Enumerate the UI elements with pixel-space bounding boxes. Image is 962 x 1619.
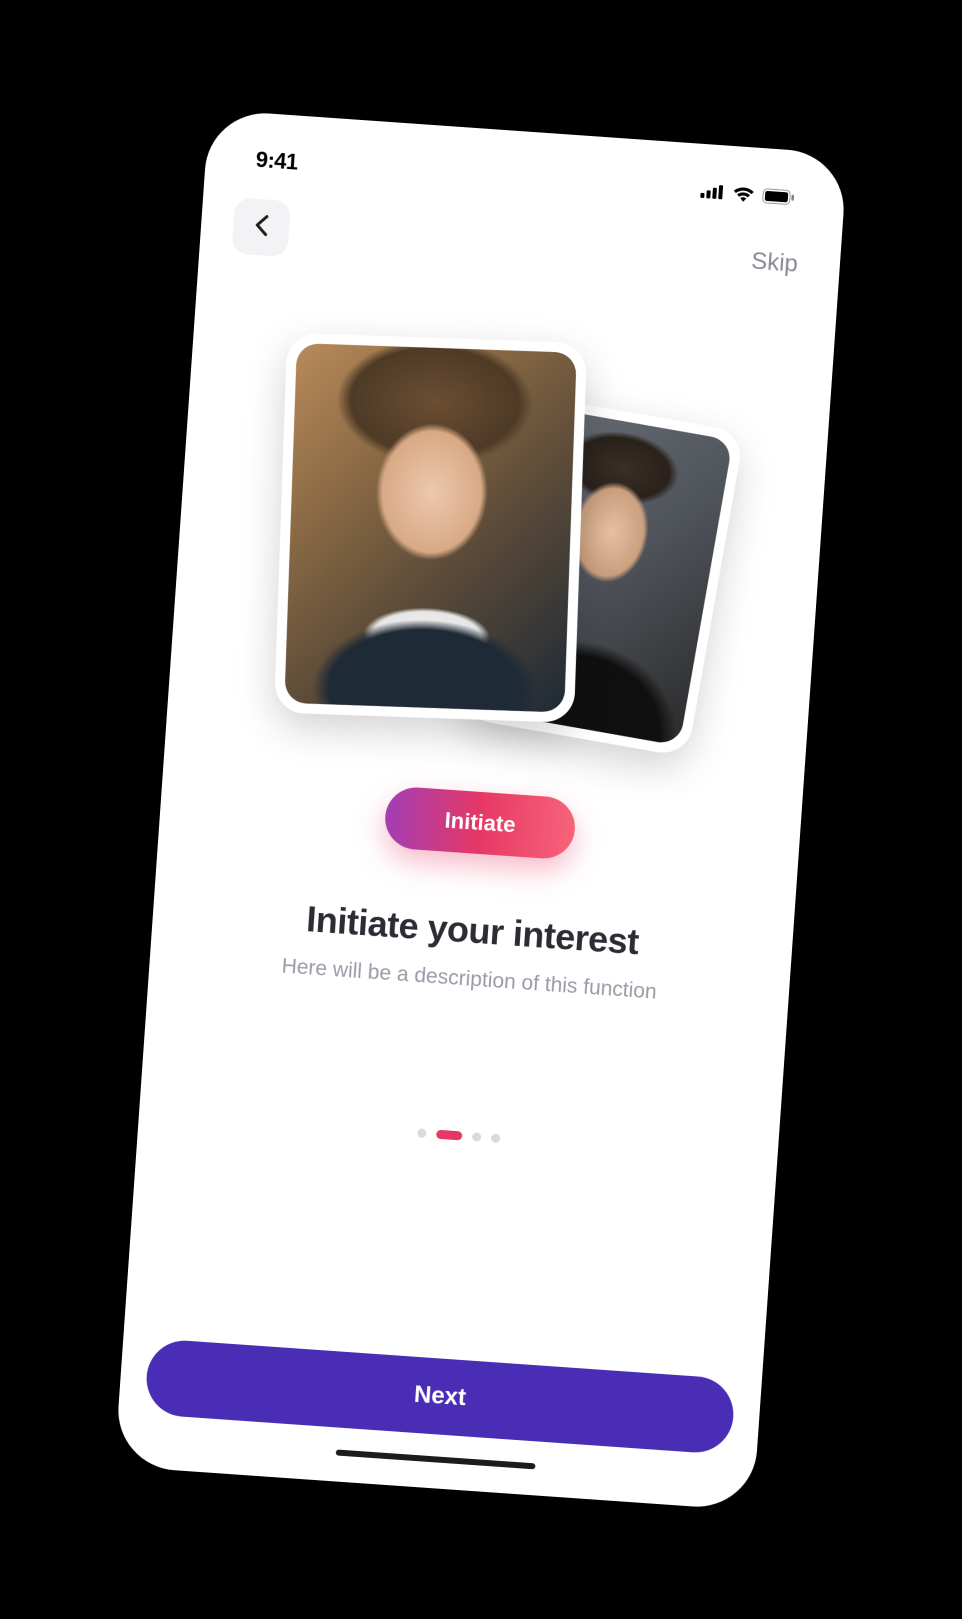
screen: 9:41 Skip (114, 109, 847, 1510)
cellular-signal-icon (700, 183, 725, 199)
page-dot-3[interactable] (490, 1133, 500, 1143)
profile-photo-male (284, 343, 576, 713)
skip-button[interactable]: Skip (750, 247, 799, 278)
status-time: 9:41 (255, 146, 299, 175)
battery-icon (762, 187, 795, 204)
phone-frame: 9:41 Skip (114, 109, 847, 1510)
page-dot-0[interactable] (417, 1128, 427, 1138)
initiate-button[interactable]: Initiate (383, 785, 577, 860)
back-button[interactable] (231, 197, 291, 257)
page-dot-2[interactable] (471, 1132, 481, 1142)
next-button[interactable]: Next (144, 1338, 736, 1455)
chevron-left-icon (253, 213, 269, 241)
page-dot-1[interactable] (435, 1129, 462, 1140)
home-indicator[interactable] (336, 1449, 536, 1469)
page-indicator (165, 1110, 752, 1160)
status-icons (700, 182, 795, 205)
wifi-icon (732, 185, 755, 202)
profile-card-left (274, 332, 587, 722)
hero-photos (191, 322, 807, 782)
